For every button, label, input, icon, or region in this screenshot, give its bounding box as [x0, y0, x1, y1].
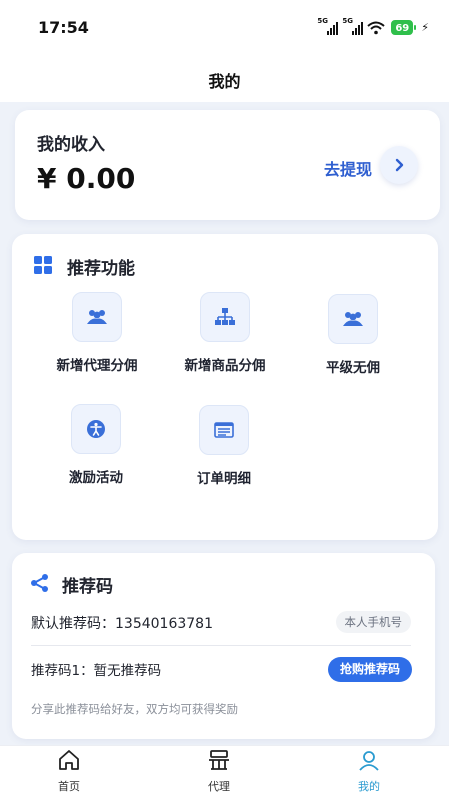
status-time: 17:54: [38, 18, 89, 37]
buy-referral-code-button[interactable]: 抢购推荐码: [327, 657, 412, 682]
withdraw-button[interactable]: [380, 146, 418, 184]
tab-label: 我的: [358, 780, 380, 793]
users-icon: [72, 292, 122, 342]
func-label: 平级无佣: [326, 360, 380, 376]
page-title: 我的: [208, 72, 241, 91]
func-label: 激励活动: [69, 470, 123, 486]
referral-title: 推荐码: [62, 577, 113, 597]
income-amount: ¥ 0.00: [37, 162, 136, 195]
battery-icon: 69: [391, 20, 417, 35]
func-order-details[interactable]: 订单明细: [159, 405, 289, 487]
referral-note: 分享此推荐码给好友，双方均可获得奖励: [31, 702, 238, 716]
share-icon: [31, 574, 48, 592]
income-card: 我的收入 ¥ 0.00 去提现: [15, 110, 440, 220]
chevron-right-icon: [395, 158, 404, 172]
tab-profile[interactable]: 我的: [334, 748, 404, 794]
referral-card: 推荐码 默认推荐码：13540163781 本人手机号 推荐码1：暂无推荐码 抢…: [12, 553, 435, 739]
func-incentive-activity[interactable]: 激励活动: [31, 404, 161, 486]
sitemap-icon: [200, 292, 250, 342]
home-icon: [59, 750, 79, 770]
network-label-2: 5G: [342, 16, 353, 25]
accessibility-icon: [71, 404, 121, 454]
default-referral-code: 默认推荐码：13540163781: [31, 616, 213, 632]
list-icon: [199, 405, 249, 455]
tab-label: 首页: [58, 780, 80, 793]
referral-code-1: 推荐码1：暂无推荐码: [31, 663, 162, 679]
tab-home[interactable]: 首页: [34, 748, 104, 794]
func-new-product-commission[interactable]: 新增商品分佣: [160, 292, 290, 374]
withdraw-link[interactable]: 去提现: [324, 156, 372, 180]
func-label: 订单明细: [197, 471, 251, 487]
income-label: 我的收入: [37, 135, 105, 155]
tab-bar: 首页 代理 我的: [0, 745, 449, 800]
signal-icon: 5G: [317, 17, 339, 35]
status-bar: 17:54 5G 5G 69 ⚡: [0, 0, 449, 52]
profile-icon: [359, 751, 379, 771]
signal-icon-2: 5G: [342, 17, 364, 35]
divider: [31, 645, 411, 646]
phone-tag: 本人手机号: [335, 611, 411, 633]
tab-agent[interactable]: 代理: [184, 748, 254, 794]
wifi-icon: [367, 21, 386, 34]
func-label: 新增代理分佣: [56, 358, 138, 374]
nav-bar: 我的: [0, 52, 449, 102]
func-label: 新增商品分佣: [184, 358, 266, 374]
users-icon: [328, 294, 378, 344]
network-label: 5G: [317, 16, 328, 25]
charging-icon: ⚡: [421, 21, 429, 34]
functions-title: 推荐功能: [67, 259, 135, 279]
grid-icon: [34, 256, 52, 274]
agent-icon: [209, 750, 229, 770]
func-new-agent-commission[interactable]: 新增代理分佣: [32, 292, 162, 374]
functions-card: 推荐功能 新增代理分佣 新增商品分佣 平级无佣 激励活动 订单明细: [12, 234, 438, 540]
tab-label: 代理: [208, 780, 230, 793]
status-icons: 5G 5G 69 ⚡: [317, 17, 429, 35]
func-peer-no-commission[interactable]: 平级无佣: [288, 294, 418, 376]
